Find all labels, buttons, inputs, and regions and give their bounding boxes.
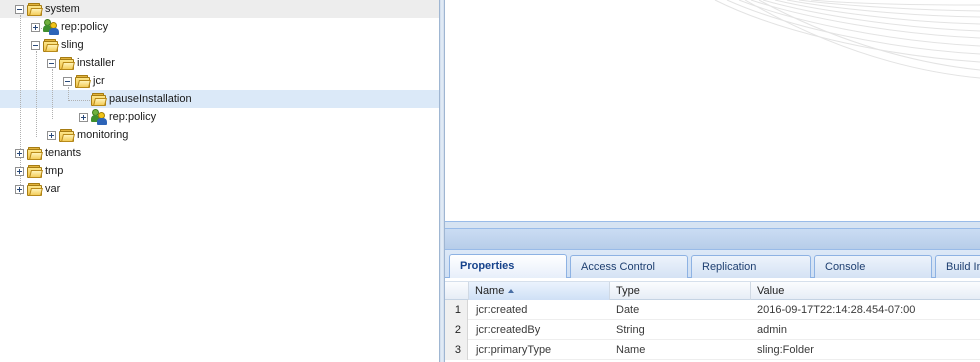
users-icon bbox=[43, 19, 59, 35]
folder-icon bbox=[91, 92, 107, 106]
content-area bbox=[445, 0, 980, 222]
sort-ascending-icon bbox=[508, 289, 515, 293]
property-type: String bbox=[616, 324, 645, 336]
tree-item-label: rep:policy bbox=[61, 21, 109, 33]
tree-item-label: system bbox=[45, 3, 80, 15]
tree-item-var[interactable]: var bbox=[0, 180, 439, 198]
tree-item-label: var bbox=[45, 183, 61, 195]
tree-item-jcr[interactable]: jcr bbox=[0, 72, 439, 90]
expand-toggle-icon[interactable] bbox=[15, 185, 24, 194]
collapse-toggle-icon[interactable] bbox=[15, 5, 24, 14]
collapse-toggle-icon[interactable] bbox=[31, 41, 40, 50]
column-header-label: Type bbox=[616, 285, 640, 297]
tree-item-tmp[interactable]: tmp bbox=[0, 162, 439, 180]
row-number-header bbox=[445, 282, 469, 300]
tree-item-label: jcr bbox=[93, 75, 105, 87]
row-number: 2 bbox=[445, 320, 468, 340]
tree-item-label: monitoring bbox=[77, 129, 129, 141]
properties-tab-strip: Properties Access Control Replication Co… bbox=[445, 250, 980, 279]
tree-item-tenants[interactable]: tenants bbox=[0, 144, 439, 162]
tree-item-label: tenants bbox=[45, 147, 82, 159]
tree-item-system[interactable]: system bbox=[0, 0, 439, 18]
property-value: admin bbox=[757, 324, 787, 336]
expand-toggle-icon[interactable] bbox=[15, 149, 24, 158]
property-value: sling:Folder bbox=[757, 344, 814, 356]
panel-header-bar bbox=[445, 228, 980, 250]
repository-tree: system rep:policy sling installer jcr pa… bbox=[0, 0, 439, 362]
property-value: 2016-09-17T22:14:28.454-07:00 bbox=[757, 304, 916, 316]
folder-icon bbox=[43, 38, 59, 52]
users-icon bbox=[91, 109, 107, 125]
column-header-label: Name bbox=[475, 285, 505, 297]
folder-icon bbox=[59, 128, 75, 142]
tab-access-control[interactable]: Access Control bbox=[570, 255, 688, 278]
row-number: 1 bbox=[445, 300, 468, 320]
property-name: jcr:createdBy bbox=[476, 324, 541, 336]
table-row[interactable]: 2 jcr:createdBy String admin bbox=[445, 320, 980, 340]
expand-toggle-icon[interactable] bbox=[79, 113, 88, 122]
property-name: jcr:created bbox=[476, 304, 528, 316]
property-type: Name bbox=[616, 344, 646, 356]
folder-icon bbox=[75, 74, 91, 88]
properties-grid: Name Type Value 1 jcr:created Date 2016-… bbox=[445, 278, 980, 362]
tab-console[interactable]: Console bbox=[814, 255, 932, 278]
table-row[interactable]: 1 jcr:created Date 2016-09-17T22:14:28.4… bbox=[445, 300, 980, 320]
folder-icon bbox=[27, 182, 43, 196]
tree-item-rep-policy[interactable]: rep:policy bbox=[0, 18, 439, 36]
tree-item-installer[interactable]: installer bbox=[0, 54, 439, 72]
tree-item-sling[interactable]: sling bbox=[0, 36, 439, 54]
row-number: 3 bbox=[445, 340, 468, 360]
property-type: Date bbox=[616, 304, 640, 316]
expand-toggle-icon[interactable] bbox=[15, 167, 24, 176]
tree-item-pause-installation[interactable]: pauseInstallation bbox=[0, 90, 439, 108]
column-header-label: Value bbox=[757, 285, 785, 297]
column-header-name[interactable]: Name bbox=[469, 282, 610, 300]
grid-header: Name Type Value bbox=[445, 281, 980, 300]
background-swirl-graphic bbox=[714, 0, 980, 79]
tab-build-info[interactable]: Build In bbox=[935, 255, 980, 278]
property-name: jcr:primaryType bbox=[476, 344, 552, 356]
tree-item-label: sling bbox=[61, 39, 84, 51]
folder-icon bbox=[27, 164, 43, 178]
tree-item-label: pauseInstallation bbox=[109, 93, 192, 105]
folder-icon bbox=[59, 56, 75, 70]
folder-icon bbox=[27, 146, 43, 160]
tree-item-label: installer bbox=[77, 57, 115, 69]
collapse-toggle-icon[interactable] bbox=[47, 59, 56, 68]
tree-item-label: rep:policy bbox=[109, 111, 157, 123]
table-row[interactable]: 3 jcr:primaryType Name sling:Folder bbox=[445, 340, 980, 360]
column-header-type[interactable]: Type bbox=[610, 282, 751, 300]
tree-item-rep-policy[interactable]: rep:policy bbox=[0, 108, 439, 126]
column-header-value[interactable]: Value bbox=[751, 282, 980, 300]
folder-icon bbox=[27, 2, 43, 16]
expand-toggle-icon[interactable] bbox=[47, 131, 56, 140]
tree-item-label: tmp bbox=[45, 165, 64, 177]
tab-properties[interactable]: Properties bbox=[449, 254, 567, 279]
expand-toggle-icon[interactable] bbox=[31, 23, 40, 32]
tree-item-monitoring[interactable]: monitoring bbox=[0, 126, 439, 144]
tab-replication[interactable]: Replication bbox=[691, 255, 811, 278]
collapse-toggle-icon[interactable] bbox=[63, 77, 72, 86]
